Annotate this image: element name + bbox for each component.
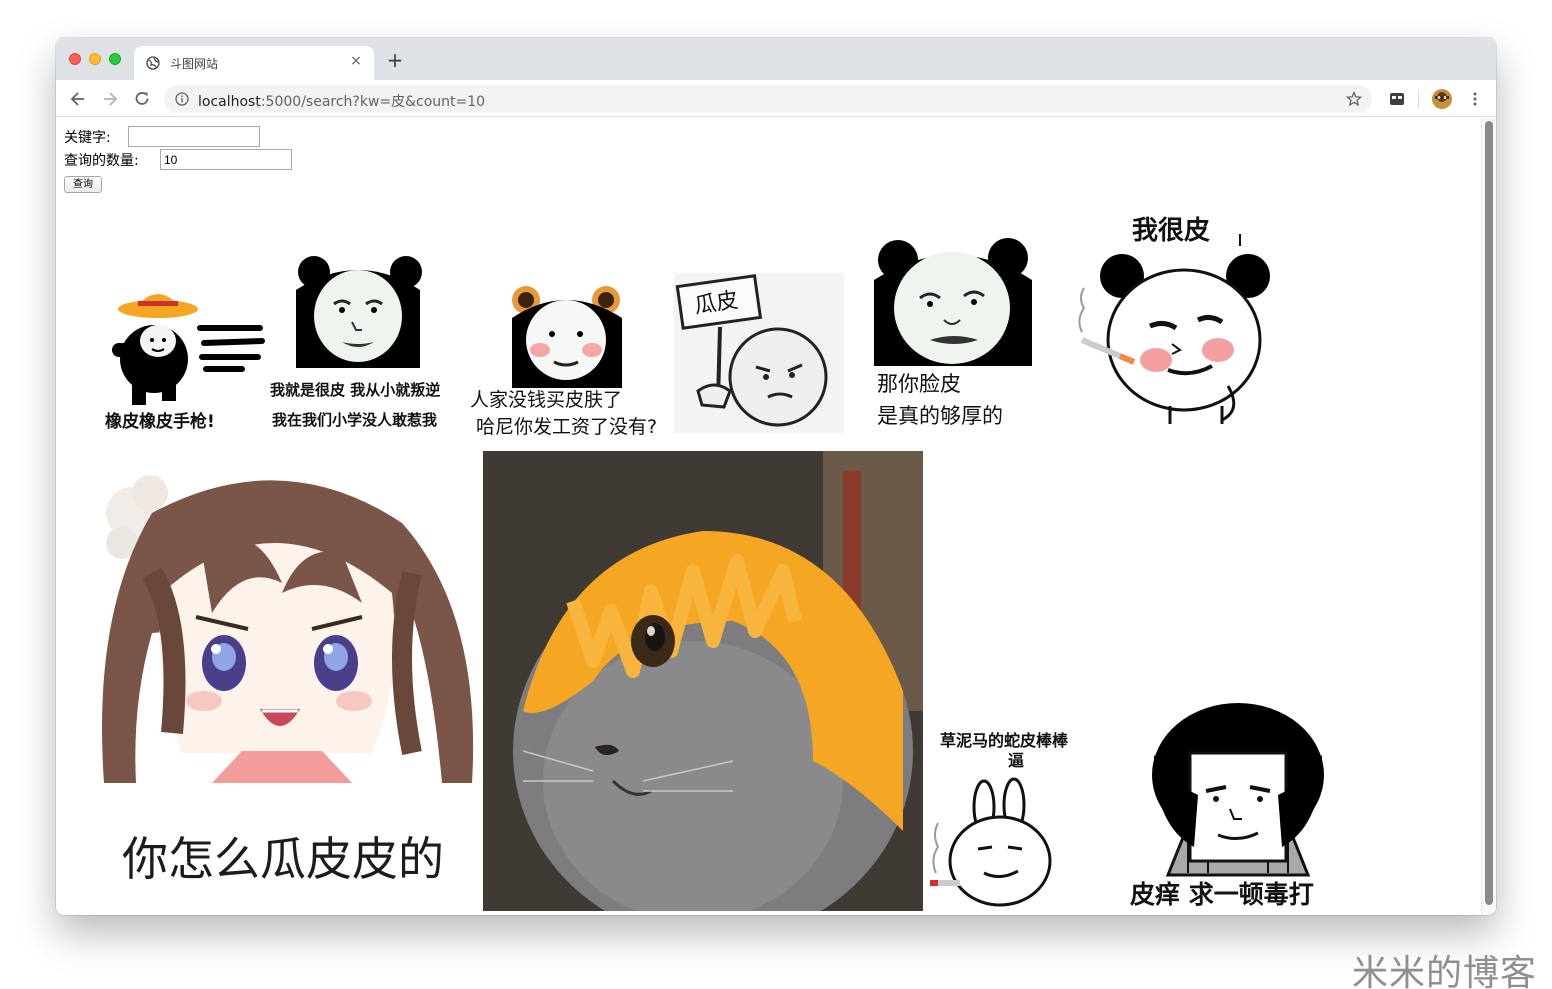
page-content: 关键字: 查询的数量: 查询 [56,118,1496,915]
meme-caption-line-1: 人家没钱买皮肤了 [470,389,623,411]
tab-title: 斗图网站 [170,57,219,71]
keyword-label: 关键字: [64,130,111,146]
meme-image-10[interactable]: 皮痒 求一顿毒打 [1118,695,1358,915]
meme-image-2[interactable]: 我就是很皮 我从小就叛逆 我在我们小学没人敢惹我 [268,250,466,440]
toolbar: localhost:5000/search?kw=皮&count=10 [56,80,1496,117]
meme-image-6[interactable]: 我很皮 [1072,210,1282,442]
count-label: 查询的数量: [64,153,139,169]
forward-arrow-icon[interactable] [100,89,120,109]
meme-image-4[interactable]: 瓜皮 [674,273,844,433]
cat-orange-hat-photo [483,451,923,911]
tab-strip: 斗图网站 × + [56,38,1496,80]
rabbit-smoking-illustration [930,777,1052,907]
url-text: localhost:5000/search?kw=皮&count=10 [198,94,486,110]
meme-image-1[interactable]: 橡皮橡皮手枪! [92,283,268,439]
meme-caption: 皮痒 求一顿毒打 [1130,880,1314,909]
sign-text: 瓜皮 [692,288,740,319]
meme-caption: 橡皮橡皮手枪! [105,412,215,432]
address-bar[interactable]: localhost:5000/search?kw=皮&count=10 [164,85,1372,113]
meme-image-8[interactable] [483,451,923,911]
more-menu-icon[interactable] [1466,90,1484,108]
vertical-scrollbar[interactable] [1481,118,1496,915]
query-button[interactable]: 查询 [64,176,102,193]
meme-caption-line-2: 是真的够厚的 [877,404,1003,428]
toolbar-divider [1418,90,1419,108]
zoom-window-button[interactable] [109,53,121,65]
smoking-panda-illustration [1078,234,1270,424]
meme-image-3[interactable]: 人家没钱买皮肤了 哈尼你发工资了没有? [468,278,668,438]
close-window-button[interactable] [69,53,81,65]
new-tab-button[interactable]: + [386,50,404,70]
back-arrow-icon[interactable] [68,89,88,109]
screen: 斗图网站 × + localhost:5000/search?kw=皮&coun… [0,0,1552,989]
tab-active[interactable]: 斗图网站 × [134,46,374,80]
info-icon[interactable] [175,92,189,106]
browser-window: 斗图网站 × + localhost:5000/search?kw=皮&coun… [56,38,1496,915]
tab-close-icon[interactable]: × [348,53,364,69]
keyword-input[interactable] [128,126,260,147]
meme-caption-line-2: 我在我们小学没人敢惹我 [272,411,438,429]
meme-image-7[interactable]: 你怎么瓜皮皮的 [92,453,480,913]
minimize-window-button[interactable] [89,53,101,65]
count-input[interactable] [160,149,292,170]
meme-caption-line-2: 哈尼你发工资了没有? [476,416,658,438]
meme-caption: 你怎么瓜皮皮的 [122,832,444,886]
profile-avatar[interactable] [1431,88,1453,110]
meme-caption-line-1: 我就是很皮 我从小就叛逆 [270,381,441,399]
meme-image-5[interactable]: 那你脸皮 是真的够厚的 [868,236,1068,436]
blog-watermark: 米米的博客 [1352,953,1538,989]
globe-icon [146,56,160,70]
meme-caption-line-1: 那你脸皮 [877,372,961,396]
scrollbar-thumb[interactable] [1485,121,1493,905]
bookmark-star-icon[interactable] [1346,91,1362,107]
meme-image-9[interactable]: 草泥马的蛇皮棒棒 逼 [928,723,1102,915]
extension-icon[interactable] [1388,90,1406,108]
reload-icon[interactable] [132,89,152,109]
